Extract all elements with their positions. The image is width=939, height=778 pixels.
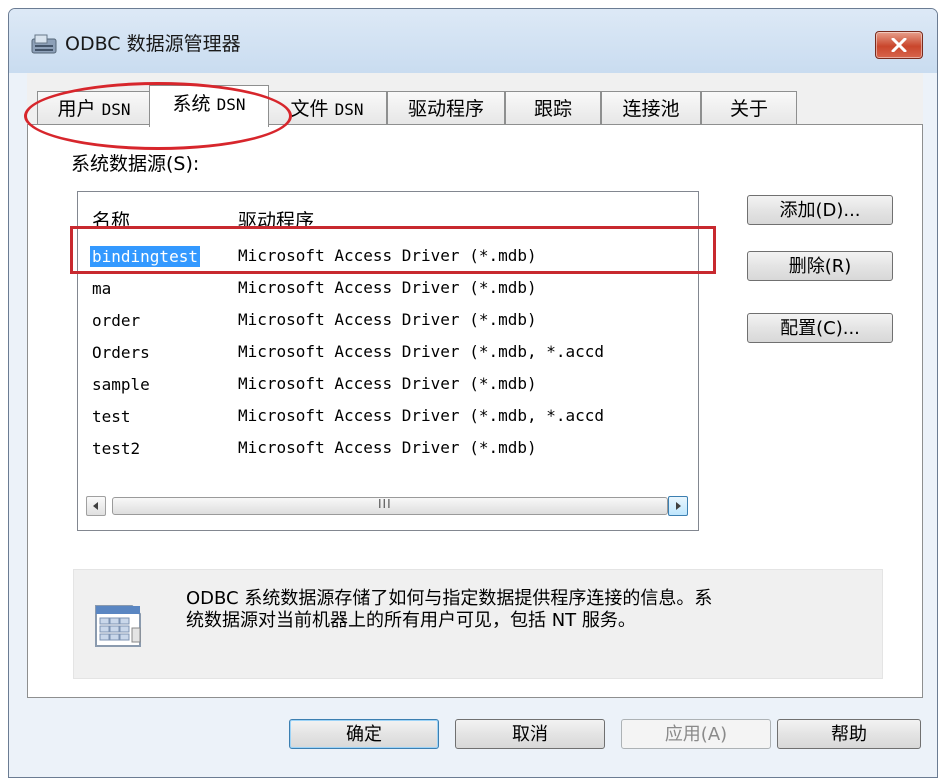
scroll-right-button[interactable]	[668, 496, 688, 516]
cancel-button[interactable]: 取消	[455, 719, 605, 749]
help-button[interactable]: 帮助	[777, 719, 921, 749]
scroll-left-button[interactable]	[86, 496, 106, 516]
datasource-row[interactable]: test Microsoft Access Driver (*.mdb, *.a…	[78, 402, 698, 432]
scroll-thumb[interactable]: III	[112, 497, 668, 515]
odbc-admin-icon	[31, 34, 57, 54]
system-datasources-label: 系统数据源(S):	[71, 153, 200, 175]
datasource-driver: Microsoft Access Driver (*.mdb)	[238, 278, 537, 297]
scroll-grip: III	[378, 497, 392, 511]
tab-about[interactable]: 关于	[701, 91, 797, 125]
close-icon	[891, 38, 907, 52]
remove-button[interactable]: 删除(R)	[747, 251, 893, 281]
tab-label: 驱动程序	[407, 98, 484, 120]
info-text-line: 统数据源对当前机器上的所有用户可见，包括 NT 服务。	[186, 610, 636, 631]
window-title: ODBC 数据源管理器	[65, 33, 241, 55]
close-button[interactable]	[875, 31, 923, 59]
tab-label: 关于	[729, 98, 768, 120]
tab-label: 文件	[290, 98, 329, 120]
annotation-oval-highlight	[24, 82, 292, 150]
datasource-row[interactable]: Orders Microsoft Access Driver (*.mdb, *…	[78, 338, 698, 368]
annotation-rectangle-highlight	[70, 226, 716, 274]
datasource-driver: Microsoft Access Driver (*.mdb)	[238, 374, 537, 393]
ok-button[interactable]: 确定	[289, 719, 439, 749]
datasource-table-icon	[95, 605, 141, 647]
horizontal-scrollbar[interactable]: III	[86, 496, 688, 516]
datasource-row[interactable]: ma Microsoft Access Driver (*.mdb)	[78, 274, 698, 304]
chevron-right-icon	[676, 502, 681, 510]
tab-drivers[interactable]: 驱动程序	[387, 91, 505, 125]
info-text: ODBC 系统数据源存储了如何与指定数据提供程序连接的信息。系 统数据源对当前机…	[186, 588, 876, 632]
datasource-name: Orders	[92, 343, 150, 362]
datasource-name: test2	[92, 439, 141, 458]
configure-button[interactable]: 配置(C)...	[747, 313, 893, 343]
datasource-driver: Microsoft Access Driver (*.mdb, *.accd	[238, 342, 605, 361]
datasource-driver: Microsoft Access Driver (*.mdb)	[238, 310, 537, 329]
title-bar[interactable]: ODBC 数据源管理器	[9, 9, 937, 73]
datasource-name: test	[92, 407, 131, 426]
datasource-row[interactable]: test2 Microsoft Access Driver (*.mdb)	[78, 434, 698, 464]
datasource-name: ma	[92, 279, 112, 298]
datasource-name: sample	[92, 375, 150, 394]
tab-tracing[interactable]: 跟踪	[505, 91, 601, 125]
datasource-driver: Microsoft Access Driver (*.mdb)	[238, 438, 537, 457]
datasource-row[interactable]: order Microsoft Access Driver (*.mdb)	[78, 306, 698, 336]
tab-label-suffix: DSN	[334, 100, 364, 119]
tab-connection-pooling[interactable]: 连接池	[601, 91, 701, 125]
datasource-row[interactable]: sample Microsoft Access Driver (*.mdb)	[78, 370, 698, 400]
datasource-driver: Microsoft Access Driver (*.mdb, *.accd	[238, 406, 605, 425]
tab-label: 连接池	[622, 98, 680, 120]
info-text-line: ODBC 系统数据源存储了如何与指定数据提供程序连接的信息。系	[186, 588, 713, 609]
tab-label: 跟踪	[533, 98, 572, 120]
add-button[interactable]: 添加(D)...	[747, 195, 893, 225]
info-panel: ODBC 系统数据源存储了如何与指定数据提供程序连接的信息。系 统数据源对当前机…	[73, 569, 883, 679]
chevron-left-icon	[93, 502, 98, 510]
apply-button[interactable]: 应用(A)	[621, 719, 771, 749]
datasource-name: order	[92, 311, 141, 330]
